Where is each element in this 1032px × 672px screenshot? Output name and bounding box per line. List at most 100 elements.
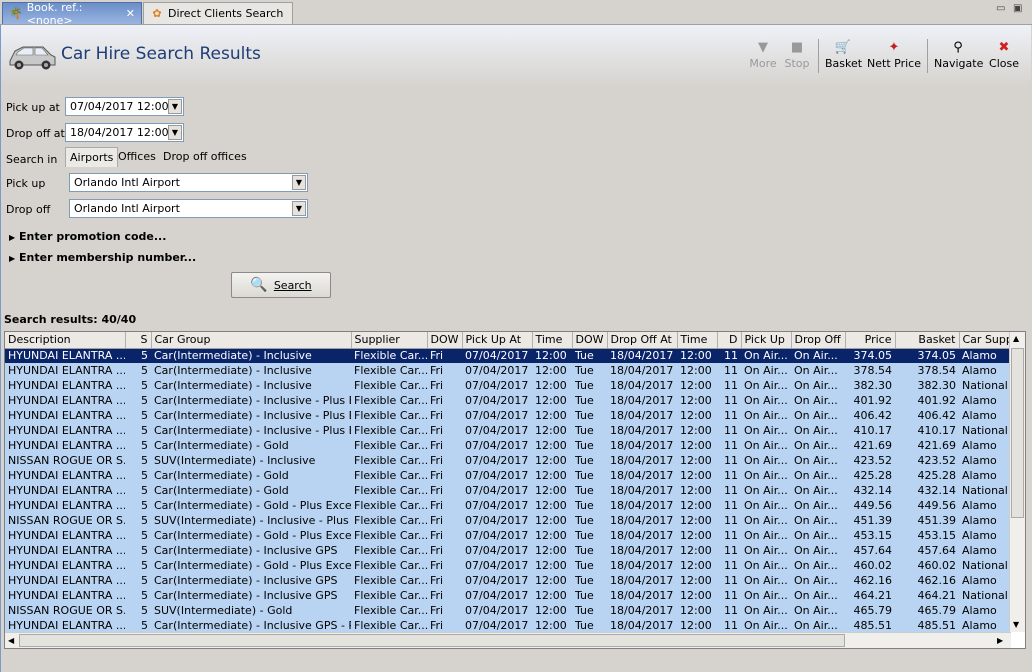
maximize-icon[interactable]: ▣ <box>1013 3 1022 14</box>
scrollbar-thumb[interactable] <box>1011 348 1024 518</box>
column-header[interactable]: Pick Up <box>741 332 792 349</box>
table-row[interactable]: HYUNDAI ELANTRA ... 5 Car(Intermediate) - … <box>5 378 1009 393</box>
column-header[interactable]: Car Group <box>151 332 352 349</box>
table-cell: 11 <box>717 423 741 438</box>
tab-booking[interactable]: 🌴 Book. ref.: <none> ✕ <box>2 1 142 27</box>
table-row[interactable]: HYUNDAI ELANTRA ... 5 Car(Intermediate) - … <box>5 363 1009 378</box>
table-cell: Fri <box>427 348 462 363</box>
table-cell: HYUNDAI ELANTRA ... <box>5 378 125 393</box>
membership-number-expander[interactable]: ▶ Enter membership number... <box>9 251 196 264</box>
table-cell: Alamo <box>959 498 1009 513</box>
table-cell: Fri <box>427 468 462 483</box>
table-row[interactable]: HYUNDAI ELANTRA ... 5 Car(Intermediate) - … <box>5 498 1009 513</box>
column-header[interactable]: Drop Off <box>791 332 846 349</box>
table-cell: Alamo <box>959 453 1009 468</box>
table-cell: On Air... <box>741 348 791 363</box>
chevron-down-icon[interactable]: ▼ <box>168 99 182 114</box>
chevron-down-icon[interactable]: ▼ <box>292 175 306 190</box>
scroll-up-icon[interactable]: ▲ <box>1013 334 1019 343</box>
nett-price-button[interactable]: ✦ Nett Price <box>867 39 921 70</box>
table-cell: 18/04/2017 <box>607 618 677 633</box>
search-in-dropoff-offices-tab[interactable]: Drop off offices <box>159 147 251 166</box>
table-row[interactable]: HYUNDAI ELANTRA ... 5 Car(Intermediate) - … <box>5 543 1009 558</box>
column-header[interactable]: DOW <box>572 332 608 349</box>
column-header[interactable]: Time <box>532 332 573 349</box>
column-header[interactable]: Basket <box>895 332 960 349</box>
table-row[interactable]: NISSAN ROGUE OR S... 5 SUV(Intermediate) -… <box>5 603 1009 618</box>
table-cell: 07/04/2017 <box>462 468 532 483</box>
table-cell: 12:00 <box>677 483 717 498</box>
pickup-datetime-field[interactable]: 07/04/2017 12:00 ▼ <box>65 97 184 116</box>
search-in-offices-tab[interactable]: Offices <box>114 147 160 166</box>
pickup-at-label: Pick up at <box>6 101 60 114</box>
table-row[interactable]: HYUNDAI ELANTRA ... 5 Car(Intermediate) - … <box>5 588 1009 603</box>
column-header[interactable]: Car Suppl <box>959 332 1010 349</box>
pickup-location-select[interactable]: Orlando Intl Airport ▼ <box>69 173 308 192</box>
scroll-left-icon[interactable]: ◀ <box>8 636 14 645</box>
horizontal-scrollbar[interactable]: ◀ ▶ <box>5 632 1011 648</box>
table-row[interactable]: HYUNDAI ELANTRA ... 5 Car(Intermediate) - … <box>5 468 1009 483</box>
column-header[interactable]: Supplier <box>351 332 428 349</box>
table-cell: 12:00 <box>532 513 572 528</box>
column-header[interactable]: Description <box>5 332 126 349</box>
table-row[interactable]: HYUNDAI ELANTRA ... 5 Car(Intermediate) - … <box>5 438 1009 453</box>
table-row[interactable]: NISSAN ROGUE OR S... 5 SUV(Intermediate) -… <box>5 513 1009 528</box>
table-row[interactable]: HYUNDAI ELANTRA ... 5 Car(Intermediate) - … <box>5 558 1009 573</box>
scroll-right-icon[interactable]: ▶ <box>997 636 1003 645</box>
table-row[interactable]: HYUNDAI ELANTRA ... 5 Car(Intermediate) - … <box>5 348 1009 363</box>
table-cell: 11 <box>717 603 741 618</box>
table-cell: 18/04/2017 <box>607 528 677 543</box>
table-cell: Flexible Car... <box>351 543 427 558</box>
search-in-airports-tab[interactable]: Airports <box>65 147 119 167</box>
table-row[interactable]: NISSAN ROGUE OR S... 5 SUV(Intermediate) -… <box>5 453 1009 468</box>
table-cell: 18/04/2017 <box>607 423 677 438</box>
vertical-scrollbar[interactable]: ▲ ▼ <box>1009 332 1025 632</box>
column-header[interactable]: Drop Off At <box>607 332 678 349</box>
table-row[interactable]: HYUNDAI ELANTRA ... 5 Car(Intermediate) - … <box>5 618 1009 633</box>
table-cell: 12:00 <box>532 468 572 483</box>
table-row[interactable]: HYUNDAI ELANTRA ... 5 Car(Intermediate) - … <box>5 528 1009 543</box>
chevron-down-icon[interactable]: ▼ <box>168 125 182 140</box>
table-cell: 457.64 <box>845 543 895 558</box>
more-button[interactable]: ▼ More <box>749 39 777 70</box>
scroll-down-icon[interactable]: ▼ <box>1013 620 1019 629</box>
dropoff-location-select[interactable]: Orlando Intl Airport ▼ <box>69 199 308 218</box>
table-cell: 406.42 <box>845 408 895 423</box>
basket-button[interactable]: 🛒 Basket <box>825 39 862 70</box>
tab-direct-clients-label: Direct Clients Search <box>168 7 284 20</box>
table-row[interactable]: HYUNDAI ELANTRA ... 5 Car(Intermediate) - … <box>5 423 1009 438</box>
table-cell: 464.21 <box>895 588 959 603</box>
promotion-code-expander[interactable]: ▶ Enter promotion code... <box>9 230 166 243</box>
search-button[interactable]: 🔍 Search <box>231 272 331 298</box>
table-cell: 5 <box>125 543 151 558</box>
table-cell: 12:00 <box>677 573 717 588</box>
table-cell: Alamo <box>959 393 1009 408</box>
column-header[interactable]: Price <box>845 332 896 349</box>
table-cell: 5 <box>125 588 151 603</box>
table-cell: 11 <box>717 393 741 408</box>
dropoff-datetime-field[interactable]: 18/04/2017 12:00 ▼ <box>65 123 184 142</box>
column-header[interactable]: D <box>717 332 742 349</box>
stop-button[interactable]: ■ Stop <box>783 39 811 70</box>
table-header-row: Description S Car Group Supplier DOW Pick Up … <box>5 332 1010 349</box>
tab-direct-clients-search[interactable]: ✿ Direct Clients Search <box>143 2 293 24</box>
minimize-icon[interactable]: ▭ <box>996 3 1005 14</box>
table-row[interactable]: HYUNDAI ELANTRA ... 5 Car(Intermediate) - … <box>5 393 1009 408</box>
column-header[interactable]: Time <box>677 332 718 349</box>
close-button[interactable]: ✖ Close <box>988 39 1020 70</box>
column-header[interactable]: DOW <box>427 332 463 349</box>
chevron-down-icon[interactable]: ▼ <box>292 201 306 216</box>
table-row[interactable]: HYUNDAI ELANTRA ... 5 Car(Intermediate) - … <box>5 483 1009 498</box>
close-tab-icon[interactable]: ✕ <box>126 7 135 20</box>
navigate-button[interactable]: ⚲ Navigate <box>934 39 983 70</box>
table-row[interactable]: HYUNDAI ELANTRA ... 5 Car(Intermediate) - … <box>5 408 1009 423</box>
column-header[interactable]: Pick Up At <box>462 332 533 349</box>
table-cell: On Air... <box>741 408 791 423</box>
column-header[interactable]: S <box>125 332 152 349</box>
table-cell: 12:00 <box>532 393 572 408</box>
scrollbar-thumb[interactable] <box>19 634 845 647</box>
car-icon <box>9 46 56 70</box>
search-button-label: Search <box>273 278 312 292</box>
table-row[interactable]: HYUNDAI ELANTRA ... 5 Car(Intermediate) - … <box>5 573 1009 588</box>
table-cell: On Air... <box>741 468 791 483</box>
